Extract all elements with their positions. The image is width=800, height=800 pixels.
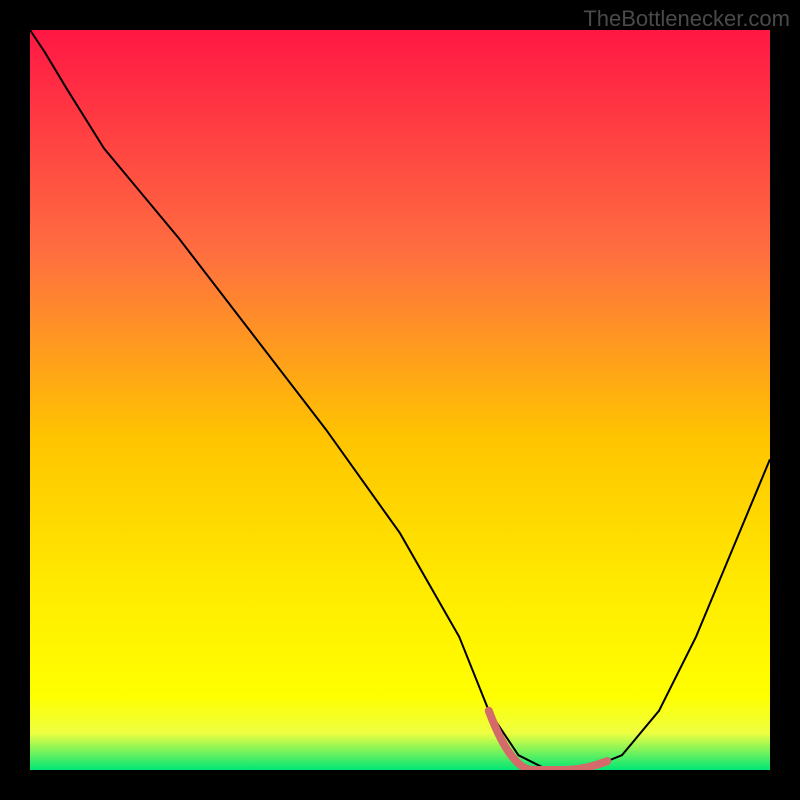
watermark-text: TheBottlenecker.com	[583, 6, 790, 32]
curve-layer	[30, 30, 770, 770]
flat-region-marker	[489, 711, 607, 770]
chart-container	[30, 30, 770, 770]
bottleneck-curve	[30, 30, 770, 770]
